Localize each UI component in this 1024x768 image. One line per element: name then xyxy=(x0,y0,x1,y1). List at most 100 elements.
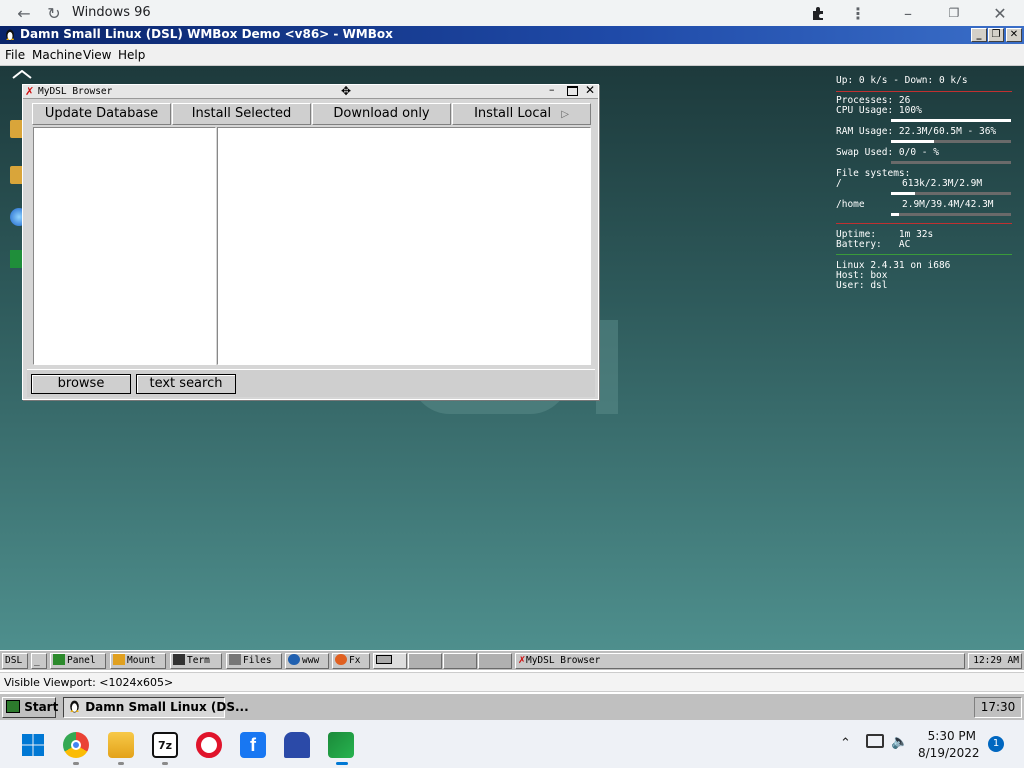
browser-title: Windows 96 xyxy=(72,5,151,20)
game-icon[interactable] xyxy=(284,732,310,758)
net-speed: Up: 0 k/s - Down: 0 k/s xyxy=(836,75,968,86)
more-menu-icon[interactable]: ⋮ xyxy=(848,3,868,23)
vm-minimize-button[interactable]: _ xyxy=(971,28,987,42)
notification-badge[interactable]: 1 xyxy=(988,736,1004,752)
mount-icon xyxy=(113,654,125,665)
pager-window-icon xyxy=(376,655,392,664)
fs-root-bar xyxy=(891,192,1011,195)
www-label: www xyxy=(302,655,320,666)
network-icon[interactable] xyxy=(866,734,884,748)
update-database-tab[interactable]: Update Database xyxy=(32,103,171,125)
fs-header: File systems: xyxy=(836,168,911,179)
opera-icon[interactable] xyxy=(196,732,222,758)
package-list[interactable] xyxy=(217,127,591,365)
mydsl-title: MyDSL Browser xyxy=(38,86,113,97)
minimize-icon[interactable]: – xyxy=(898,3,918,23)
reload-icon[interactable]: ↻ xyxy=(44,3,64,23)
running-indicator xyxy=(73,762,79,765)
term-button[interactable]: Term xyxy=(170,653,222,669)
fs-root-value: 613k/2.3M/2.9M xyxy=(902,178,983,189)
install-selected-tab[interactable]: Install Selected xyxy=(172,103,311,125)
mydsl-task-button[interactable]: ✗MyDSL Browser xyxy=(515,653,965,669)
term-label: Term xyxy=(187,655,210,666)
firefox-icon xyxy=(335,654,347,665)
menu-help[interactable]: Help xyxy=(118,48,145,62)
panel-button[interactable]: Panel xyxy=(50,653,106,669)
volume-icon[interactable]: 🔈 xyxy=(891,734,908,750)
text-search-button[interactable]: text search xyxy=(136,374,236,394)
dsl-menu-button[interactable]: DSL xyxy=(2,653,28,669)
w96-start-button[interactable]: Start xyxy=(2,697,59,718)
close-x-icon: ✗ xyxy=(518,655,526,666)
w96-task-label: Damn Small Linux (DS... xyxy=(85,700,249,714)
arrow-right-icon: ▷ xyxy=(561,109,569,120)
viewport-label: Visible Viewport: <1024x605> xyxy=(4,676,174,689)
w96-taskbar: Start Damn Small Linux (DS... 17:30 xyxy=(0,693,1024,720)
fs-root-name: / xyxy=(836,178,842,189)
back-arrow-icon[interactable]: ← xyxy=(14,3,34,23)
files-button[interactable]: Files xyxy=(226,653,282,669)
vm-titlebar: Damn Small Linux (DSL) WMBox Demo <v86> … xyxy=(0,26,1024,44)
chevron-up-icon[interactable]: ⌃ xyxy=(840,736,851,751)
system-time[interactable]: 5:30 PM xyxy=(926,729,976,743)
menu-file[interactable]: File xyxy=(5,48,25,62)
files-icon xyxy=(229,654,241,665)
vm-title: Damn Small Linux (DSL) WMBox Demo <v86> … xyxy=(20,27,393,41)
browse-button[interactable]: browse xyxy=(31,374,131,394)
dsl-taskbar: DSL _ Panel Mount Term Files www Fx ✗MyD… xyxy=(0,650,1024,670)
system-date[interactable]: 8/19/2022 xyxy=(918,746,980,760)
start-label: Start xyxy=(24,700,59,714)
w96-clock: 17:30 xyxy=(974,697,1022,718)
firefox-button[interactable]: Fx xyxy=(332,653,370,669)
vm-close-button[interactable]: ✕ xyxy=(1006,28,1022,42)
divider xyxy=(836,223,1012,224)
file-explorer-icon[interactable] xyxy=(108,732,134,758)
download-only-tab[interactable]: Download only xyxy=(312,103,451,125)
windows96-icon[interactable] xyxy=(328,732,354,758)
mount-label: Mount xyxy=(127,655,156,666)
restore-icon[interactable]: ❐ xyxy=(944,3,964,23)
desktop-pager-1[interactable] xyxy=(373,653,407,669)
close-icon[interactable]: ✕ xyxy=(585,83,595,97)
hide-button[interactable]: _ xyxy=(31,653,47,669)
install-local-tab[interactable]: Install Local ▷ xyxy=(452,103,591,125)
chrome-icon[interactable] xyxy=(63,732,89,758)
mydsl-titlebar[interactable]: ✗ MyDSL Browser ✥ – ✕ xyxy=(23,83,598,99)
running-indicator xyxy=(162,762,168,765)
menu-view[interactable]: View xyxy=(83,48,111,62)
browser-titlebar: ← ↻ Windows 96 ⋮ – ❐ ✕ xyxy=(0,0,1024,26)
fs-home-value: 2.9M/39.4M/42.3M xyxy=(902,199,994,210)
minimize-icon[interactable]: – xyxy=(549,83,555,96)
ram-usage: RAM Usage: 22.3M/60.5M - 36% xyxy=(836,126,997,137)
mydsl-browser-window: ✗ MyDSL Browser ✥ – ✕ Update Database In… xyxy=(22,83,599,400)
start-logo-icon xyxy=(6,700,20,713)
maximize-icon[interactable] xyxy=(567,86,578,96)
extensions-icon[interactable] xyxy=(808,3,828,23)
close-x-icon[interactable]: ✗ xyxy=(25,85,34,98)
desktop-pager-3[interactable] xyxy=(443,653,477,669)
desktop-pager-4[interactable] xyxy=(478,653,512,669)
tux-icon xyxy=(68,699,81,713)
mount-button[interactable]: Mount xyxy=(110,653,166,669)
swap-bar xyxy=(891,161,1011,164)
category-list[interactable] xyxy=(33,127,216,365)
menu-machine[interactable]: Machine xyxy=(32,48,82,62)
w96-task-dsl[interactable]: Damn Small Linux (DS... xyxy=(63,697,249,718)
panel-icon xyxy=(53,654,65,665)
vm-restore-button[interactable]: ❐ xyxy=(988,28,1004,42)
tux-icon xyxy=(4,28,16,41)
desktop-pager-2[interactable] xyxy=(408,653,442,669)
facebook-icon[interactable]: f xyxy=(240,732,266,758)
cpu-usage: CPU Usage: 100% xyxy=(836,105,922,116)
dsl-clock: 12:29 AM xyxy=(968,653,1022,669)
active-indicator xyxy=(336,762,348,765)
www-button[interactable]: www xyxy=(285,653,329,669)
battery: Battery: AC xyxy=(836,239,911,250)
terminal-icon xyxy=(173,654,185,665)
move-cursor-icon: ✥ xyxy=(341,84,352,98)
close-icon[interactable]: ✕ xyxy=(990,3,1010,23)
7zip-icon[interactable]: 7z xyxy=(152,732,178,758)
windows-start-icon[interactable] xyxy=(20,732,46,758)
windows-taskbar: 7z f ⌃ 🔈 5:30 PM 8/19/2022 1 xyxy=(0,720,1024,768)
cpu-bar xyxy=(891,119,1011,122)
